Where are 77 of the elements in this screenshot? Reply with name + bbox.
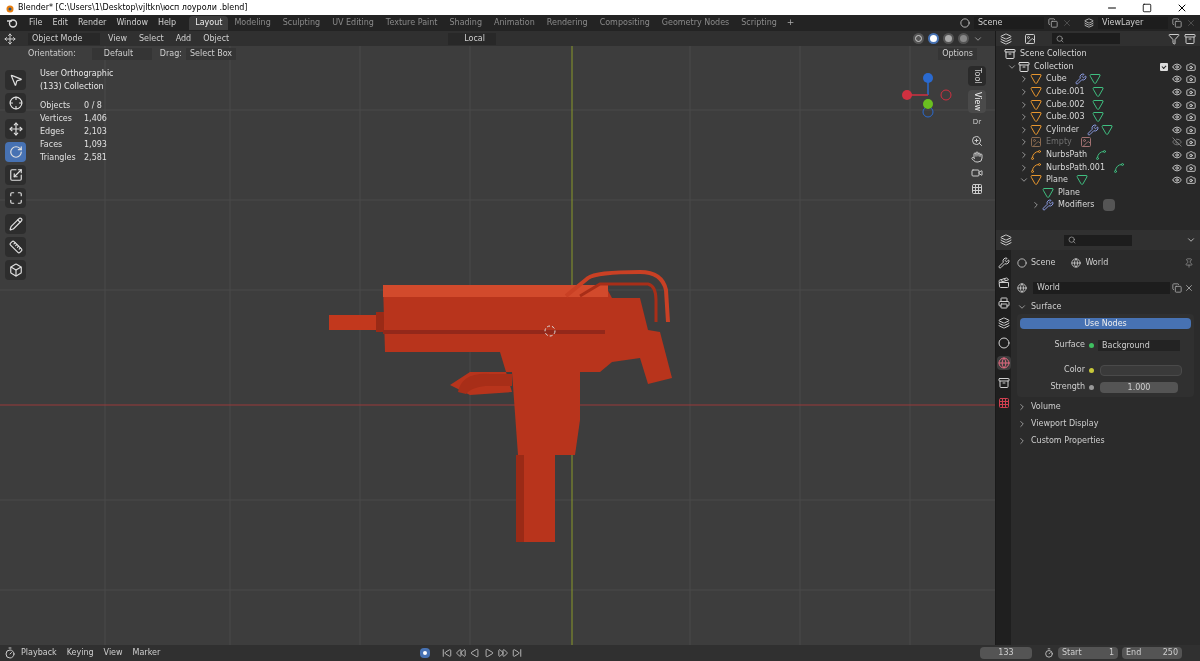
- menu-item[interactable]: Help: [152, 17, 182, 29]
- menu-item[interactable]: View: [104, 32, 131, 45]
- stat-value: 1,406: [84, 113, 108, 125]
- current-frame-field[interactable]: 133: [980, 647, 1032, 659]
- stat-label: Vertices: [40, 113, 73, 125]
- section-header[interactable]: Viewport Display: [1031, 418, 1099, 430]
- drag-label: Drag:: [159, 48, 182, 60]
- orientation-dropdown[interactable]: Default: [91, 48, 152, 60]
- menu-item[interactable]: Playback: [16, 647, 62, 659]
- workspace-tab[interactable]: Texture Paint: [379, 16, 444, 30]
- menu-item[interactable]: Object: [199, 32, 234, 45]
- outliner-item[interactable]: Scene Collection: [1020, 48, 1087, 61]
- transform-orientation-dropdown[interactable]: Local: [448, 32, 497, 45]
- view-layer-field[interactable]: ViewLayer: [1098, 17, 1168, 29]
- sidebar-tab[interactable]: Tool: [968, 66, 986, 86]
- world-name-field[interactable]: World: [1033, 281, 1170, 294]
- workspace-tab[interactable]: Modeling: [228, 16, 277, 30]
- menu-item[interactable]: Edit: [47, 17, 73, 29]
- view-name: User Orthographic: [40, 68, 114, 80]
- stat-label: Triangles: [40, 152, 77, 164]
- orientation-label: Orientation:: [28, 48, 76, 60]
- stat-label: Edges: [40, 126, 66, 138]
- outliner-item[interactable]: Modifiers: [1058, 199, 1095, 212]
- stat-label: Faces: [40, 139, 64, 151]
- field-label: Strength: [1049, 381, 1085, 393]
- outliner-item[interactable]: Plane: [1046, 174, 1068, 187]
- menu-item[interactable]: Select: [135, 32, 168, 45]
- mode-dropdown[interactable]: Object Mode: [28, 32, 100, 45]
- outliner-item[interactable]: NurbsPath: [1046, 149, 1088, 162]
- stat-value: 2,103: [84, 126, 108, 138]
- breadcrumb-item[interactable]: Scene: [1031, 257, 1056, 269]
- stat-value: 0 / 8: [84, 100, 103, 112]
- workspace-tab[interactable]: UV Editing: [326, 16, 380, 30]
- workspace-tab[interactable]: Compositing: [593, 16, 656, 30]
- drag-dropdown[interactable]: Select Box: [186, 48, 237, 60]
- workspace-tab[interactable]: Geometry Nodes: [655, 16, 736, 30]
- field-label: Color: [1063, 364, 1085, 376]
- workspace-tab[interactable]: Rendering: [540, 16, 594, 30]
- workspace-tab[interactable]: Layout: [189, 16, 229, 30]
- stat-value: 2,581: [84, 152, 108, 164]
- section-header[interactable]: Surface: [1031, 301, 1062, 313]
- field-label: Surface: [1053, 339, 1085, 351]
- outliner-item[interactable]: NurbsPath.001: [1046, 161, 1105, 174]
- outliner-item[interactable]: Cube.003: [1046, 111, 1085, 124]
- menu-item[interactable]: Add: [171, 32, 196, 45]
- window-title: Blender* [C:\Users\1\Desktop\vjltkn\юсп лоуроли .blend]: [18, 1, 248, 14]
- menu-item[interactable]: Keying: [61, 647, 99, 659]
- menu-item[interactable]: File: [24, 17, 48, 29]
- outliner-item[interactable]: Collection: [1034, 60, 1074, 73]
- breadcrumb-item[interactable]: World: [1085, 257, 1109, 269]
- menu-item[interactable]: Marker: [127, 647, 166, 659]
- menu-item[interactable]: Window: [111, 17, 153, 29]
- outliner-item[interactable]: Plane: [1058, 186, 1080, 199]
- workspace-tab[interactable]: Animation: [488, 16, 541, 30]
- start-frame-field[interactable]: Start 1: [1058, 647, 1118, 659]
- section-header[interactable]: Custom Properties: [1031, 435, 1105, 447]
- shader-field[interactable]: Background: [1098, 339, 1180, 351]
- menu-item[interactable]: Render: [72, 17, 112, 29]
- strength-field[interactable]: 1.000: [1100, 381, 1178, 393]
- workspace-tab[interactable]: Shading: [443, 16, 488, 30]
- add-workspace-button[interactable]: +: [782, 16, 799, 30]
- sidebar-tab[interactable]: View: [968, 89, 986, 113]
- stat-label: Objects: [40, 100, 72, 112]
- use-nodes-button[interactable]: Use Nodes: [1020, 318, 1191, 329]
- section-header[interactable]: Volume: [1031, 401, 1061, 413]
- workspace-tab[interactable]: Scripting: [735, 16, 783, 30]
- outliner-item[interactable]: Cube.002: [1046, 98, 1085, 111]
- scene-field[interactable]: Scene: [974, 17, 1044, 29]
- outliner-item[interactable]: Cylinder: [1046, 123, 1080, 136]
- stat-value: 1,093: [84, 139, 108, 151]
- end-frame-field[interactable]: End 250: [1122, 647, 1182, 659]
- outliner-item[interactable]: Cube.001: [1046, 86, 1085, 99]
- menu-item[interactable]: View: [98, 647, 128, 659]
- outliner-item[interactable]: Cube: [1046, 73, 1067, 86]
- workspace-tab[interactable]: Sculpting: [276, 16, 327, 30]
- collection-label: (133) Collection: [40, 81, 105, 93]
- options-dropdown[interactable]: Options: [938, 48, 977, 60]
